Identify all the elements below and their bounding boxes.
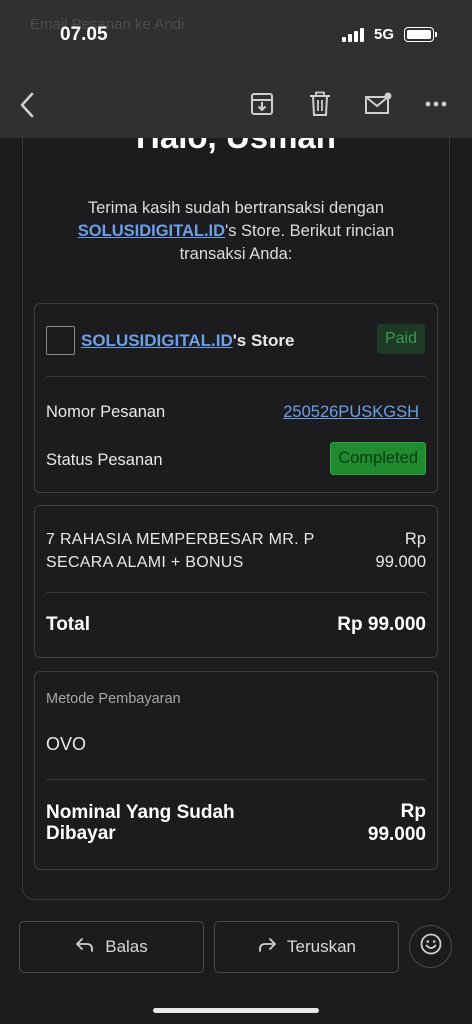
forward-icon (257, 937, 277, 958)
forward-button[interactable]: Teruskan (214, 921, 399, 973)
store-logo (46, 326, 75, 355)
item-price-amount: 99.000 (375, 553, 426, 571)
email-intro: Terima kasih sudah bertransaksi dengan S… (48, 197, 424, 266)
app-top-bar: Email Pesanan ke Andi 07.05 5G (0, 0, 472, 138)
item-price: Rp 99.000 (376, 528, 426, 574)
intro-prefix: Terima kasih sudah bertransaksi dengan (87, 199, 385, 217)
battery-icon (404, 27, 437, 42)
payment-method-label: Metode Pembayaran (46, 691, 181, 707)
status-indicators: 5G (341, 26, 437, 43)
paid-badge: Paid (376, 324, 425, 354)
status-badge: Completed (330, 442, 426, 475)
store-suffix: 's Store (232, 330, 295, 350)
status-time: 07.05 (60, 24, 108, 45)
reply-icon (75, 937, 95, 958)
store-link[interactable]: SOLUSIDIGITAL.ID (81, 331, 233, 350)
email-toolbar (248, 90, 450, 118)
amount-paid-currency: Rp (400, 801, 426, 822)
archive-icon[interactable] (248, 90, 276, 118)
divider (46, 376, 426, 377)
payment-box: Metode Pembayaran OVO Nominal Yang Sudah… (34, 671, 438, 870)
network-type: 5G (373, 26, 394, 43)
more-icon[interactable] (422, 90, 450, 118)
divider (46, 779, 426, 780)
forward-label: Teruskan (287, 937, 356, 956)
total-label: Total (46, 614, 90, 635)
reply-button[interactable]: Balas (19, 921, 204, 973)
store-row: SOLUSIDIGITAL.ID's Store (46, 326, 294, 355)
home-indicator[interactable] (153, 1008, 319, 1013)
item-name: 7 RAHASIA MEMPERBESAR MR. P SECARA ALAMI… (46, 531, 315, 571)
payment-method-value: OVO (46, 734, 87, 754)
order-number-label: Nomor Pesanan (46, 403, 166, 421)
order-summary-box: SOLUSIDIGITAL.ID's Store Paid Nomor Pesa… (34, 303, 438, 493)
signal-icon (341, 27, 364, 42)
order-number-link[interactable]: 250526PUSKGSH (283, 403, 419, 422)
mark-unread-icon[interactable] (364, 90, 392, 118)
store-name: SOLUSIDIGITAL.ID's Store (81, 331, 294, 351)
amount-paid-amount: 99.000 (367, 824, 426, 845)
order-status-label: Status Pesanan (46, 451, 163, 469)
amount-paid-label: Nominal Yang Sudah Dibayar (46, 802, 235, 844)
total-value: Rp 99.000 (337, 614, 426, 635)
smiley-icon (419, 932, 443, 961)
back-icon[interactable] (14, 88, 42, 122)
trash-icon[interactable] (306, 90, 334, 118)
emoji-reaction-button[interactable] (409, 925, 452, 968)
amount-paid-value: Rp 99.000 (368, 800, 426, 846)
intro-store-link[interactable]: SOLUSIDIGITAL.ID (78, 222, 225, 240)
reply-label: Balas (105, 937, 148, 956)
item-price-currency: Rp (404, 530, 426, 548)
item-box: 7 RAHASIA MEMPERBESAR MR. P SECARA ALAMI… (34, 505, 438, 658)
divider (46, 592, 426, 593)
